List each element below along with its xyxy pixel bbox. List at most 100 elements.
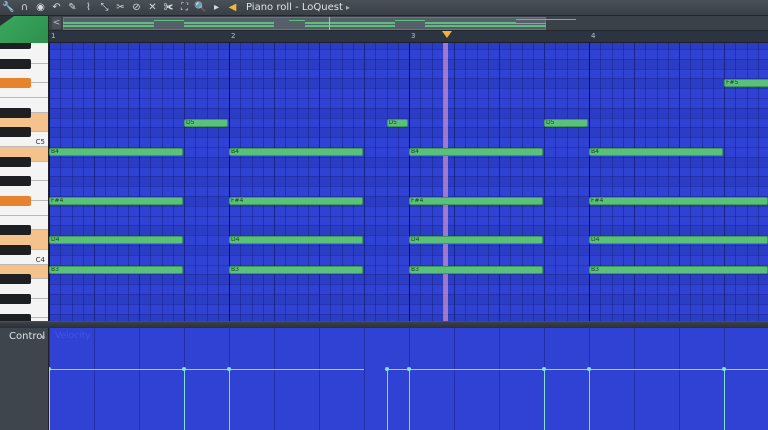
grid-column-line [454, 43, 455, 321]
velocity-level-line [724, 369, 768, 371]
note[interactable]: B4 [589, 148, 723, 156]
grid-column-line [476, 43, 478, 321]
black-key[interactable] [0, 313, 31, 321]
grid-column-line [487, 43, 489, 321]
control-label[interactable]: Control [9, 331, 45, 342]
velocity-stem[interactable] [229, 369, 230, 430]
overview-note [304, 25, 396, 27]
note[interactable]: F#4 [409, 197, 543, 205]
grid-column-line [82, 43, 84, 321]
grid-column-line [566, 43, 568, 321]
pattern-overview[interactable]: < [49, 16, 768, 31]
black-key[interactable] [0, 176, 31, 187]
grid-column-line [262, 43, 264, 321]
note[interactable]: F#4 [589, 197, 768, 205]
grid-column-line [397, 43, 399, 321]
overview-note [425, 25, 546, 27]
note[interactable]: D4 [589, 236, 768, 245]
grid-column-line [139, 43, 140, 321]
note[interactable]: D4 [229, 236, 363, 245]
black-key[interactable] [0, 225, 31, 236]
note[interactable]: B3 [589, 265, 768, 274]
slice-icon[interactable]: ✂ [114, 1, 127, 14]
velocity-stem[interactable] [544, 369, 545, 430]
control-selector[interactable]: Control ▸ [0, 328, 49, 430]
black-key[interactable] [0, 156, 31, 167]
undo-icon[interactable]: ↶ [50, 1, 63, 14]
panel-splitter[interactable] [0, 321, 768, 328]
grid-column-line [60, 43, 62, 321]
control-arrow-icon[interactable]: ▸ [42, 333, 46, 341]
scroll-left-button[interactable]: < [52, 17, 61, 29]
velocity-stem[interactable] [386, 369, 388, 430]
black-key[interactable] [0, 196, 31, 206]
velocity-stem[interactable] [184, 369, 185, 430]
delete-icon[interactable]: ⊘ [130, 1, 143, 14]
note[interactable]: D5 [386, 118, 408, 127]
play-icon[interactable]: ▸ [210, 1, 223, 14]
note-grid[interactable]: F#5 D5 D5 D5 B4 B4 B4 B4 F#4 F#4 F#4 F#4 D4 D4 D4 D4 B3 B… [49, 43, 768, 321]
velocity-stem[interactable] [589, 369, 590, 430]
note[interactable]: B4 [49, 148, 183, 156]
note[interactable]: D5 [184, 118, 228, 127]
corner-tab[interactable] [0, 16, 49, 43]
velocity-stem[interactable] [724, 369, 725, 430]
grid-column-line [600, 43, 602, 321]
piano-keyboard[interactable]: C5 C4 [0, 43, 49, 321]
scissors-icon[interactable]: ✀ [162, 1, 175, 14]
note[interactable]: B3 [49, 265, 183, 274]
note[interactable]: B3 [229, 265, 363, 274]
velocity-level-line [409, 369, 544, 371]
note[interactable]: F#4 [229, 197, 363, 205]
black-key[interactable] [0, 245, 31, 255]
event-editor[interactable]: Velocity [49, 328, 768, 430]
zoom-icon[interactable]: 🔍 [194, 1, 207, 14]
black-key[interactable] [0, 127, 31, 138]
black-key[interactable] [0, 78, 31, 89]
playhead-marker-icon[interactable] [442, 31, 452, 38]
velocity-level-line [386, 369, 409, 371]
black-key[interactable] [0, 107, 31, 118]
grid-column-line [499, 43, 500, 321]
black-key[interactable] [0, 43, 31, 49]
black-key[interactable] [0, 58, 31, 69]
grid-column-line [71, 43, 73, 321]
velocity-stem[interactable] [49, 369, 50, 430]
speaker-icon[interactable]: ◀ [226, 1, 239, 14]
grid-column-line [667, 43, 669, 321]
grid-column-line [364, 43, 365, 321]
note[interactable]: D4 [49, 236, 183, 245]
note[interactable]: B4 [229, 148, 363, 156]
window-title[interactable]: Piano roll - LoQuest [246, 2, 343, 13]
velocity-stem[interactable] [409, 369, 410, 430]
select-icon[interactable]: ⤡ [98, 1, 111, 14]
black-key[interactable] [0, 274, 31, 285]
title-menu-arrow-icon[interactable]: ▸ [346, 3, 350, 12]
event-grid-line [499, 328, 500, 430]
note[interactable]: D4 [409, 236, 543, 245]
note[interactable]: F#5 [724, 79, 768, 88]
note[interactable]: B3 [409, 265, 543, 274]
note[interactable]: F#4 [49, 197, 183, 205]
black-key[interactable] [0, 294, 31, 304]
brush-icon[interactable]: ⌇ [82, 1, 95, 14]
grid-column-line [341, 43, 343, 321]
timeline-bar-number: 4 [591, 32, 596, 40]
zoom-fit-icon[interactable]: ⛶ [178, 1, 191, 14]
note[interactable]: D5 [544, 118, 588, 127]
grid-column-line [465, 43, 467, 321]
magnet-icon[interactable]: ∩ [18, 1, 31, 14]
timeline-ruler[interactable]: 1 2 3 4 [49, 31, 768, 43]
grid-column-line [431, 43, 433, 321]
event-grid-line [94, 328, 95, 430]
wrench-icon[interactable]: 🔧 [2, 1, 15, 14]
pencil-icon[interactable]: ✎ [66, 1, 79, 14]
timeline-bar-number: 3 [411, 32, 416, 40]
note[interactable]: B4 [409, 148, 543, 156]
grid-column-line [679, 43, 680, 321]
toolbar: 🔧 ∩ ◉ ↶ ✎ ⌇ ⤡ ✂ ⊘ ✕ ✀ ⛶ 🔍 ▸ ◀ Piano roll - LoQuest ▸ [0, 0, 768, 16]
grid-column-line [195, 43, 197, 321]
mute-icon[interactable]: ✕ [146, 1, 159, 14]
record-icon[interactable]: ◉ [34, 1, 47, 14]
grid-column-line [386, 43, 388, 321]
